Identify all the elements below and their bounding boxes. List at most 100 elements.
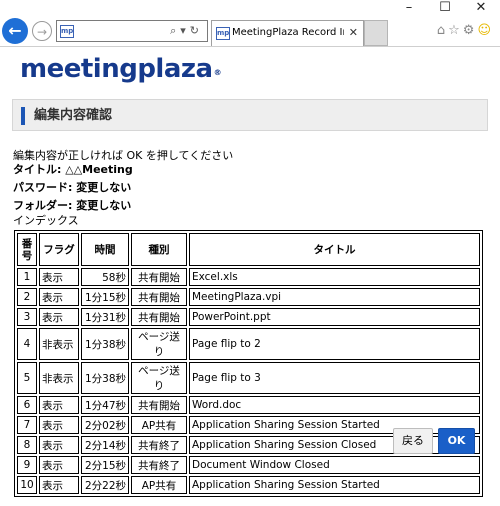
cell-type: 共有終了 [131,456,187,474]
favorites-star-icon[interactable]: ☆ [448,23,463,38]
cell-flag: 表示 [39,288,79,306]
tab-title: MeetingPlaza Record Infor... [232,27,344,38]
instruction-text: 編集内容が正しければ OK を押してください [13,149,234,162]
back-arrow-icon[interactable]: ← [2,18,28,44]
feedback-smiley-icon[interactable]: ☺ [477,23,494,38]
cell-flag: 表示 [39,308,79,326]
cell-time: 2分14秒 [81,436,129,454]
cell-type: 共有開始 [131,308,187,326]
col-header-time: 時間 [81,233,129,266]
cell-time: 58秒 [81,268,129,286]
meetingplaza-logo: meetingplaza® [20,54,222,84]
table-row: 9 表示 2分15秒 共有終了 Document Window Closed [17,456,480,474]
cell-title: Excel.xls [189,268,480,286]
window-titlebar: – ☐ ✕ [0,0,500,16]
refresh-icon[interactable]: ↻ [190,24,203,37]
cell-time: 1分15秒 [81,288,129,306]
cell-number: 8 [17,436,37,454]
cell-flag: 表示 [39,396,79,414]
col-header-title: タイトル [189,233,480,266]
cell-flag: 表示 [39,436,79,454]
tab-favicon-icon: mp [216,27,230,40]
cell-time: 1分31秒 [81,308,129,326]
index-table: 番号 フラグ 時間 種別 タイトル 1 表示 58秒 共有開始 Excel.xls 2表… [14,230,483,497]
table-header-row: 番号 フラグ 時間 種別 タイトル [17,233,480,266]
browser-tab[interactable]: mp MeetingPlaza Record Infor... ✕ [211,20,364,46]
browser-toolbar: ← → mp ⌕▾↻ mp MeetingPlaza Record Infor.… [0,16,500,46]
cell-title: Page flip to 3 [189,362,480,394]
minimize-button[interactable]: – [392,0,426,16]
address-bar[interactable]: mp ⌕▾↻ [56,20,208,42]
cell-title: PowerPoint.ppt [189,308,480,326]
cell-number: 10 [17,476,37,494]
cell-title: MeetingPlaza.vpi [189,288,480,306]
cell-number: 4 [17,328,37,360]
cell-type: 共有開始 [131,396,187,414]
cell-number: 1 [17,268,37,286]
folder-field: フォルダー: 変更しない [13,199,132,212]
tab-close-icon[interactable]: ✕ [349,26,358,39]
page-title: 編集内容確認 [34,108,113,123]
cell-number: 2 [17,288,37,306]
index-label: インデックス [13,214,79,227]
cell-type: ページ送り [131,362,187,394]
cell-number: 6 [17,396,37,414]
forward-arrow-icon[interactable]: → [32,21,52,41]
cell-type: 共有開始 [131,288,187,306]
table-row: 5 非表示 1分38秒 ページ送り Page flip to 3 [17,362,480,394]
table-row: 1 表示 58秒 共有開始 Excel.xls [17,268,480,286]
heading-accent-bar [21,107,25,125]
cell-time: 2分15秒 [81,456,129,474]
home-icon[interactable]: ⌂ [437,23,448,38]
cell-type: AP共有 [131,476,187,494]
settings-gear-icon[interactable]: ⚙ [463,23,478,38]
col-header-type: 種別 [131,233,187,266]
table-row: 6 表示 1分47秒 共有開始 Word.doc [17,396,480,414]
cell-number: 5 [17,362,37,394]
cell-type: 共有終了 [131,436,187,454]
cell-type: ページ送り [131,328,187,360]
page-heading: 編集内容確認 [12,99,488,131]
close-window-button[interactable]: ✕ [464,0,498,16]
col-header-flag: フラグ [39,233,79,266]
cell-title: Word.doc [189,396,480,414]
site-favicon-icon: mp [60,25,74,38]
cell-time: 2分02秒 [81,416,129,434]
cell-number: 7 [17,416,37,434]
table-row: 10 表示 2分22秒 AP共有 Application Sharing Session… [17,476,480,494]
back-button[interactable]: 戻る [393,428,433,454]
cell-type: AP共有 [131,416,187,434]
cell-title: Document Window Closed [189,456,480,474]
table-row: 3 表示 1分31秒 共有開始 PowerPoint.ppt [17,308,480,326]
table-row: 4 非表示 1分38秒 ページ送り Page flip to 2 [17,328,480,360]
cell-flag: 表示 [39,476,79,494]
browser-right-icons: ⌂☆⚙☺ [437,23,494,38]
password-field: パスワード: 変更しない [13,181,132,194]
cell-time: 2分22秒 [81,476,129,494]
title-field: タイトル: △△Meeting [13,163,133,176]
cell-title: Application Sharing Session Closed [189,436,480,454]
cell-flag: 表示 [39,416,79,434]
maximize-button[interactable]: ☐ [428,0,462,16]
cell-number: 3 [17,308,37,326]
cell-time: 1分38秒 [81,328,129,360]
cell-flag: 非表示 [39,362,79,394]
search-icon[interactable]: ⌕ [170,24,180,37]
cell-number: 9 [17,456,37,474]
dropdown-icon[interactable]: ▾ [180,24,190,37]
cell-flag: 表示 [39,456,79,474]
table-body: 1 表示 58秒 共有開始 Excel.xls 2 表示 1分15秒 共有開始 MeetingP… [17,268,480,494]
cell-time: 1分47秒 [81,396,129,414]
cell-title: Application Sharing Session Started [189,476,480,494]
ok-button[interactable]: OK [438,428,475,454]
cell-title: Page flip to 2 [189,328,480,360]
address-bar-icons: ⌕▾↻ [170,24,203,38]
table-row: 2 表示 1分15秒 共有開始 MeetingPlaza.vpi [17,288,480,306]
new-tab-button[interactable] [364,20,388,46]
cell-flag: 非表示 [39,328,79,360]
cell-time: 1分38秒 [81,362,129,394]
cell-flag: 表示 [39,268,79,286]
col-header-number: 番号 [17,233,37,266]
cell-title: Application Sharing Session Started [189,416,480,434]
cell-type: 共有開始 [131,268,187,286]
